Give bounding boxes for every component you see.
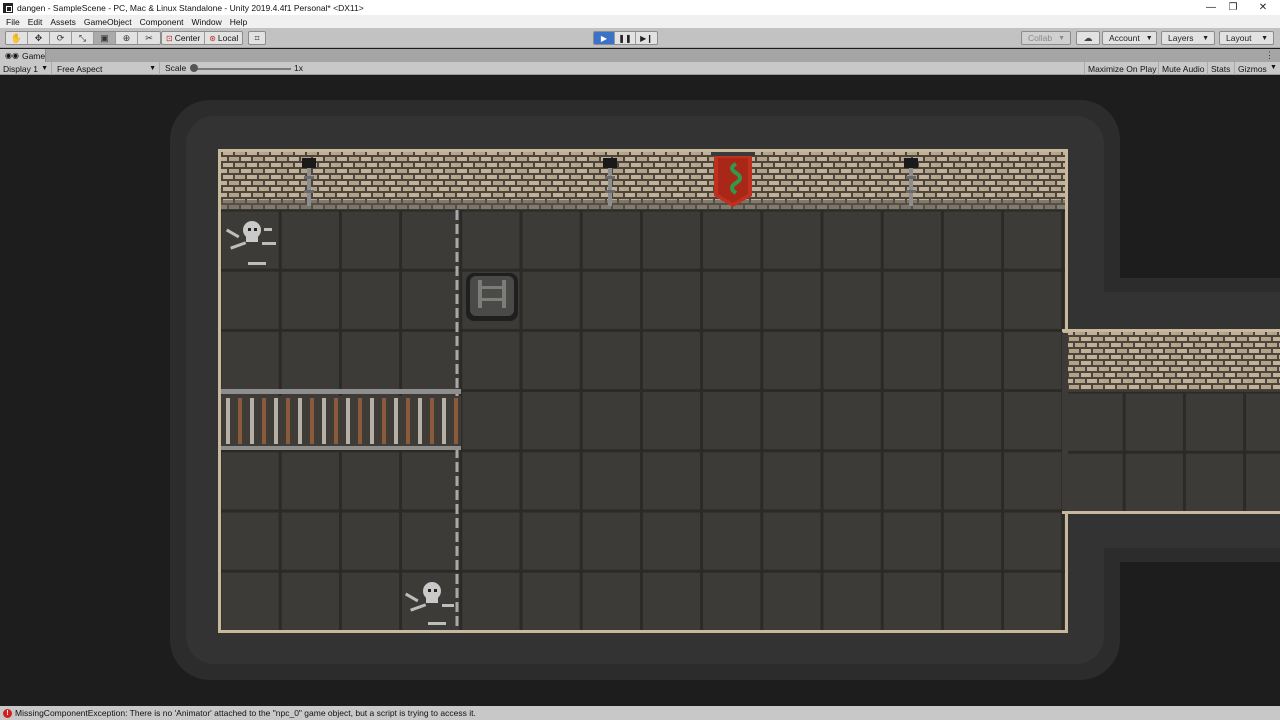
close-button[interactable]: ✕ bbox=[1240, 0, 1280, 15]
account-dropdown[interactable]: Account ▼ bbox=[1102, 31, 1157, 45]
chevron-down-icon: ▼ bbox=[1058, 34, 1066, 42]
collab-dropdown[interactable]: Collab ▼ bbox=[1021, 31, 1071, 45]
main-toolbar: ✋ ✥ ⟳ ⤡ ▣ ⊕ ✂ ⊡ Center ⊛ Local ⌗ ▶ ❚❚ ▶❙… bbox=[0, 28, 1280, 48]
transform-tools: ✋ ✥ ⟳ ⤡ ▣ ⊕ ✂ bbox=[5, 31, 161, 45]
transform-tool-icon[interactable]: ⊕ bbox=[116, 32, 138, 44]
corridor-floor bbox=[1062, 392, 1280, 511]
rail-track bbox=[221, 389, 461, 450]
menu-window[interactable]: Window bbox=[188, 17, 226, 27]
play-controls: ▶ ❚❚ ▶❙ bbox=[593, 31, 658, 45]
menu-gameobject[interactable]: GameObject bbox=[80, 17, 136, 27]
step-button[interactable]: ▶❙ bbox=[636, 32, 657, 44]
game-scene bbox=[170, 100, 1280, 680]
chevron-down-icon: ▼ bbox=[41, 65, 48, 72]
window-title-bar: dangen - SampleScene - PC, Mac & Linux S… bbox=[0, 0, 1280, 15]
scale-slider-thumb[interactable] bbox=[190, 64, 198, 72]
pivot-controls: ⊡ Center ⊛ Local bbox=[161, 31, 244, 45]
display-label: Display 1 bbox=[3, 63, 38, 74]
layout-dropdown[interactable]: Layout ▼ bbox=[1219, 31, 1274, 45]
scale-slider-track[interactable] bbox=[193, 68, 291, 70]
pivot-center-icon: ⊡ bbox=[166, 33, 173, 43]
layers-label: Layers bbox=[1168, 33, 1194, 43]
layout-label: Layout bbox=[1226, 33, 1252, 43]
chevron-down-icon: ▼ bbox=[149, 65, 156, 72]
tab-menu-icon[interactable]: ⋮ bbox=[1265, 50, 1274, 61]
local-space-icon: ⊛ bbox=[209, 33, 216, 43]
wooden-crate bbox=[466, 273, 518, 321]
game-view-toolbar: Display 1 ▼ Free Aspect ▼ Scale 1x Maximiz… bbox=[0, 62, 1280, 75]
aspect-dropdown[interactable]: Free Aspect ▼ bbox=[54, 62, 160, 75]
layers-dropdown[interactable]: Layers ▼ bbox=[1161, 31, 1215, 45]
menu-edit[interactable]: Edit bbox=[24, 17, 47, 27]
error-icon: ! bbox=[3, 708, 12, 718]
display-dropdown[interactable]: Display 1 ▼ bbox=[0, 62, 52, 75]
pause-button[interactable]: ❚❚ bbox=[615, 32, 636, 44]
scale-value: 1x bbox=[294, 63, 303, 73]
pivot-rotation-button[interactable]: ⊛ Local bbox=[205, 32, 242, 44]
aspect-label: Free Aspect bbox=[57, 63, 103, 74]
maximize-on-play-toggle[interactable]: Maximize On Play bbox=[1084, 62, 1160, 75]
tab-game-label: Game bbox=[21, 50, 46, 61]
pivot-mode-label: Center bbox=[174, 33, 201, 43]
gizmos-dropdown[interactable]: Gizmos bbox=[1234, 62, 1270, 75]
console-status-bar[interactable]: ! MissingComponentException: There is no… bbox=[0, 706, 1280, 720]
scale-tool-icon[interactable]: ⤡ bbox=[72, 32, 94, 44]
chevron-down-icon[interactable]: ▼ bbox=[1270, 64, 1277, 71]
game-tab-bar: ◉◉ Game ⋮ bbox=[0, 49, 1280, 62]
corridor-brick-wall bbox=[1062, 332, 1280, 390]
pivot-mode-button[interactable]: ⊡ Center bbox=[162, 32, 206, 44]
rotate-tool-icon[interactable]: ⟳ bbox=[50, 32, 72, 44]
scale-label: Scale bbox=[165, 63, 187, 73]
move-tool-icon[interactable]: ✥ bbox=[28, 32, 50, 44]
play-button[interactable]: ▶ bbox=[594, 32, 615, 44]
pivot-rotation-label: Local bbox=[217, 33, 239, 43]
hand-tool-icon[interactable]: ✋ bbox=[6, 32, 28, 44]
snap-toggle[interactable]: ⌗ bbox=[248, 31, 266, 45]
menu-assets[interactable]: Assets bbox=[46, 17, 80, 27]
collab-label: Collab bbox=[1028, 33, 1053, 43]
rect-tool-icon[interactable]: ▣ bbox=[94, 32, 116, 44]
custom-tool-icon[interactable]: ✂ bbox=[138, 32, 160, 44]
unity-app-icon bbox=[3, 2, 13, 13]
grid-snap-icon: ⌗ bbox=[254, 32, 260, 43]
menu-help[interactable]: Help bbox=[226, 17, 251, 27]
window-title: dangen - SampleScene - PC, Mac & Linux S… bbox=[17, 2, 364, 13]
chevron-down-icon: ▼ bbox=[1145, 34, 1153, 42]
menu-component[interactable]: Component bbox=[136, 17, 188, 27]
chevron-down-icon: ▼ bbox=[1202, 34, 1209, 42]
game-controller-icon: ◉◉ bbox=[5, 51, 19, 60]
menu-file[interactable]: File bbox=[2, 17, 24, 27]
error-message: MissingComponentException: There is no '… bbox=[15, 708, 476, 718]
stats-toggle[interactable]: Stats bbox=[1207, 62, 1233, 75]
side-corridor bbox=[1062, 329, 1280, 514]
game-view[interactable] bbox=[0, 76, 1280, 706]
account-label: Account bbox=[1109, 33, 1140, 43]
cloud-icon[interactable]: ☁ bbox=[1076, 31, 1100, 45]
chevron-down-icon: ▼ bbox=[1261, 34, 1268, 42]
tab-game[interactable]: ◉◉ Game bbox=[0, 49, 46, 62]
mute-audio-toggle[interactable]: Mute Audio bbox=[1158, 62, 1208, 75]
menu-bar: File Edit Assets GameObject Component Wi… bbox=[0, 15, 1280, 28]
